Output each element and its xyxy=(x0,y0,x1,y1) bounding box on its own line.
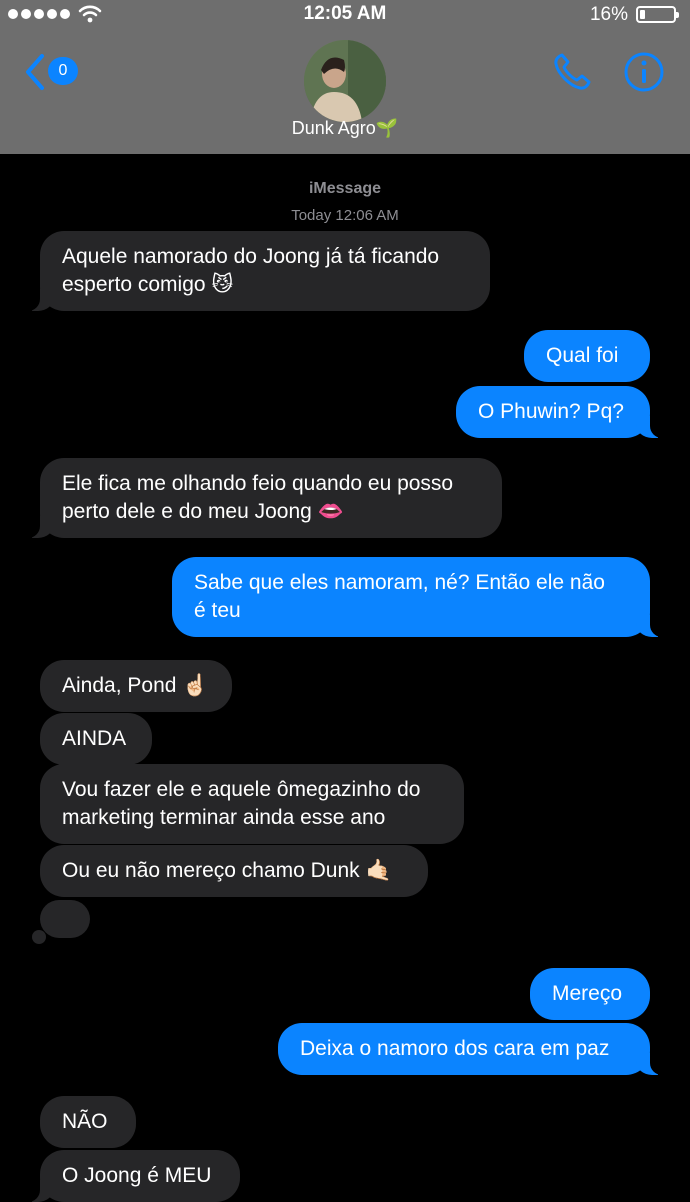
typing-indicator xyxy=(40,900,90,938)
info-icon xyxy=(624,52,664,92)
incoming-message[interactable]: Aquele namorado do Joong já tá ficando e… xyxy=(28,231,490,311)
contact-avatar[interactable] xyxy=(304,40,386,122)
conversation-header: 0 Dunk Agro🌱 xyxy=(0,28,690,154)
incoming-message[interactable]: Ele fica me olhando feio quando eu posso… xyxy=(28,458,502,538)
battery-icon xyxy=(636,6,679,23)
incoming-message[interactable]: AINDA xyxy=(40,713,152,765)
incoming-message[interactable]: O Joong é MEU xyxy=(28,1150,240,1202)
back-chevron-icon xyxy=(26,54,44,90)
outgoing-message[interactable]: Mereço xyxy=(530,968,650,1020)
info-button[interactable] xyxy=(622,50,666,99)
incoming-message[interactable]: Vou fazer ele e aquele ômegazinho do mar… xyxy=(40,764,464,844)
back-button[interactable]: 0 xyxy=(24,50,84,96)
contact-name[interactable]: Dunk Agro🌱 xyxy=(0,118,690,139)
battery-percentage: 16% xyxy=(589,4,628,25)
service-label: iMessage xyxy=(308,180,382,197)
outgoing-message[interactable]: Sabe que eles namoram, né? Então ele não… xyxy=(172,557,662,637)
outgoing-message[interactable]: Deixa o namoro dos cara em paz xyxy=(278,1023,662,1075)
incoming-message[interactable]: NÃO xyxy=(40,1096,136,1148)
status-bar: 12:05 AM 16% xyxy=(0,0,690,28)
outgoing-message[interactable]: O Phuwin? Pq? xyxy=(456,386,662,438)
typing-indicator-tail xyxy=(32,930,46,944)
unread-count-badge: 0 xyxy=(48,57,78,85)
incoming-message[interactable]: Ou eu não mereço chamo Dunk 🤙🏻 xyxy=(40,845,428,897)
incoming-message[interactable]: Ainda, Pond ☝🏻 xyxy=(40,660,232,712)
message-timestamp: Today 12:06 AM xyxy=(291,207,399,224)
outgoing-message[interactable]: Qual foi xyxy=(524,330,650,382)
status-time: 12:05 AM xyxy=(303,3,387,24)
avatar-photo xyxy=(304,40,386,122)
battery-level-fill xyxy=(640,10,645,19)
phone-icon xyxy=(554,53,591,90)
call-button[interactable] xyxy=(550,50,594,99)
